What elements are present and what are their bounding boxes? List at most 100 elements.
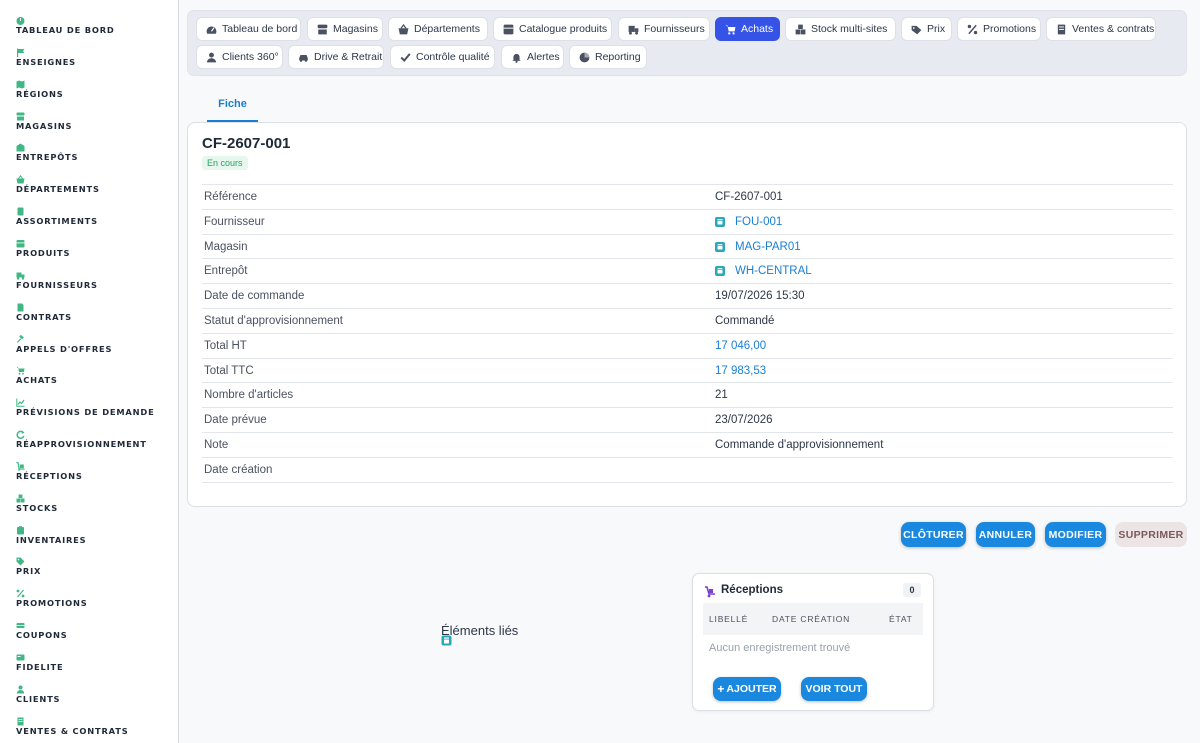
field-label: Total TTC <box>204 364 254 377</box>
sidebar-item-contrats[interactable]: CONTRATS <box>16 303 72 322</box>
sidebar-item-label: PRÉVISIONS DE DEMANDE <box>16 407 155 418</box>
sidebar-item-label: VENTES & CONTRATS <box>16 725 129 736</box>
gauge-icon <box>206 24 217 35</box>
map-icon <box>16 80 25 89</box>
chart-icon <box>16 398 25 407</box>
sidebar-item-assortiments[interactable]: ASSORTIMENTS <box>16 207 98 226</box>
sidebar-item-label: CLIENTS <box>16 693 61 704</box>
user-icon <box>16 685 25 694</box>
percent-icon <box>16 589 25 598</box>
clipboard-icon <box>16 525 25 535</box>
tab-prix[interactable]: Prix <box>901 17 952 41</box>
cancel-button[interactable]: ANNULER <box>976 522 1035 547</box>
tab-label: Clients 360° <box>222 51 279 63</box>
grid-icon <box>503 24 514 35</box>
tag-icon <box>16 557 25 566</box>
boxes-icon <box>16 494 25 503</box>
empty-message: Aucun enregistrement trouvé <box>709 642 851 654</box>
tab-controle-qualite[interactable]: Contrôle qualité <box>390 45 495 69</box>
tab-label: Départements <box>414 23 480 35</box>
tab-drive-retrait[interactable]: Drive & Retrait <box>288 45 384 69</box>
field-value: 23/07/2026 <box>715 414 773 426</box>
tab-clients-360[interactable]: Clients 360° <box>196 45 283 69</box>
tab-tableau-de-bord[interactable]: Tableau de bord <box>196 17 301 41</box>
truck-icon <box>16 271 25 280</box>
store-icon <box>317 24 328 35</box>
bell-icon <box>511 52 522 63</box>
sidebar-item-label: PROMOTIONS <box>16 598 88 609</box>
sidebar-item-label: PRODUITS <box>16 247 71 258</box>
record-card: CF-2607-001 En cours Référence CF-2607-00… <box>187 122 1187 507</box>
status-badge: En cours <box>202 156 248 170</box>
sidebar-item-stocks[interactable]: STOCKS <box>16 494 58 513</box>
sidebar-item-reapprovisionnement[interactable]: RÉAPPROVISIONNEMENT <box>16 430 147 449</box>
tab-label: Stock multi-sites <box>811 23 888 35</box>
tab-label: Tableau de bord <box>222 23 298 35</box>
tab-label: Contrôle qualité <box>416 51 490 63</box>
sidebar-item-magasins[interactable]: MAGASINS <box>16 112 72 131</box>
receptions-title: Réceptions <box>721 584 783 596</box>
column-header-etat[interactable]: ÉTAT <box>889 614 913 624</box>
sidebar-item-appels-d-offres[interactable]: APPELS D'OFFRES <box>16 334 112 354</box>
sidebar-item-entrepots[interactable]: ENTREPÔTS <box>16 143 78 162</box>
add-reception-button[interactable]: + AJOUTER <box>713 677 781 701</box>
field-value-text: FOU-001 <box>735 215 783 228</box>
sidebar-item-label: RÉCEPTIONS <box>16 470 83 481</box>
tab-magasins[interactable]: Magasins <box>307 17 383 41</box>
sidebar-item-prix[interactable]: PRIX <box>16 557 41 576</box>
tab-alertes[interactable]: Alertes <box>501 45 564 69</box>
view-all-button[interactable]: VOIR TOUT <box>801 677 867 701</box>
sidebar-item-inventaires[interactable]: INVENTAIRES <box>16 525 87 545</box>
field-row: Date création <box>202 458 1173 483</box>
sidebar-item-promotions[interactable]: PROMOTIONS <box>16 589 88 608</box>
tab-achats[interactable]: Achats <box>715 17 780 41</box>
module-tab-bar: Tableau de bord Magasins Départements Catal… <box>187 10 1187 76</box>
field-label: Fournisseur <box>204 215 265 228</box>
sidebar-item-previsions-de-demande[interactable]: PRÉVISIONS DE DEMANDE <box>16 398 155 417</box>
tab-stock-multi-sites[interactable]: Stock multi-sites <box>785 17 896 41</box>
field-label: Date création <box>204 463 273 476</box>
sidebar-item-fidelite[interactable]: FIDELITE <box>16 653 63 672</box>
close-button[interactable]: CLÔTURER <box>901 522 966 547</box>
tab-ventes-contrats[interactable]: Ventes & contrats <box>1046 17 1156 41</box>
tab-label: Reporting <box>595 51 641 63</box>
field-link[interactable]: WH-CENTRAL <box>715 265 812 277</box>
tab-catalogue-produits[interactable]: Catalogue produits <box>493 17 612 41</box>
check-icon <box>400 52 411 63</box>
sidebar-item-achats[interactable]: ACHATS <box>16 366 58 385</box>
sidebar-item-regions[interactable]: RÉGIONS <box>16 80 64 99</box>
tab-reporting[interactable]: Reporting <box>569 45 647 69</box>
sidebar: TABLEAU DE BORD ENSEIGNES RÉGIONS MAGASINS E… <box>0 0 179 743</box>
sidebar-item-coupons[interactable]: COUPONS <box>16 621 68 640</box>
sidebar-item-label: INVENTAIRES <box>16 534 87 545</box>
tab-promotions[interactable]: Promotions <box>957 17 1041 41</box>
sidebar-item-enseignes[interactable]: ENSEIGNES <box>16 48 76 67</box>
delete-button[interactable]: SUPPRIMER <box>1115 522 1187 547</box>
field-link[interactable]: FOU-001 <box>715 216 782 228</box>
receipt-icon <box>16 717 25 726</box>
sidebar-item-receptions[interactable]: RÉCEPTIONS <box>16 461 83 481</box>
field-value-text: 23/07/2026 <box>715 414 773 427</box>
edit-button[interactable]: MODIFIER <box>1045 522 1106 547</box>
tab-label: Alertes <box>527 51 560 63</box>
tab-label: Prix <box>927 23 946 35</box>
tab-label: Magasins <box>333 23 378 35</box>
column-header-date-creation[interactable]: DATE CRÉATION <box>772 614 850 624</box>
tab-fiche[interactable]: Fiche <box>207 88 258 122</box>
tab-departements[interactable]: Départements <box>388 17 488 41</box>
sidebar-item-ventes-contrats[interactable]: VENTES & CONTRATS <box>16 717 129 736</box>
sidebar-item-clients[interactable]: CLIENTS <box>16 685 60 704</box>
sidebar-item-label: FOURNISSEURS <box>16 279 98 290</box>
truck-icon <box>628 24 639 35</box>
field-value-text: WH-CENTRAL <box>735 265 812 278</box>
tab-fournisseurs[interactable]: Fournisseurs <box>618 17 710 41</box>
field-link[interactable]: MAG-PAR01 <box>715 241 801 253</box>
sidebar-item-tableau-de-bord[interactable]: TABLEAU DE BORD <box>16 16 115 35</box>
sidebar-item-departements[interactable]: DÉPARTEMENTS <box>16 175 100 194</box>
field-label: Date prévue <box>204 414 267 427</box>
sidebar-item-produits[interactable]: PRODUITS <box>16 239 70 258</box>
field-row: Total TTC 17 983,53 <box>202 359 1173 384</box>
sidebar-item-fournisseurs[interactable]: FOURNISSEURS <box>16 271 98 290</box>
column-header-libelle[interactable]: LIBELLÉ <box>709 614 748 624</box>
field-row: Date prévue 23/07/2026 <box>202 408 1173 433</box>
